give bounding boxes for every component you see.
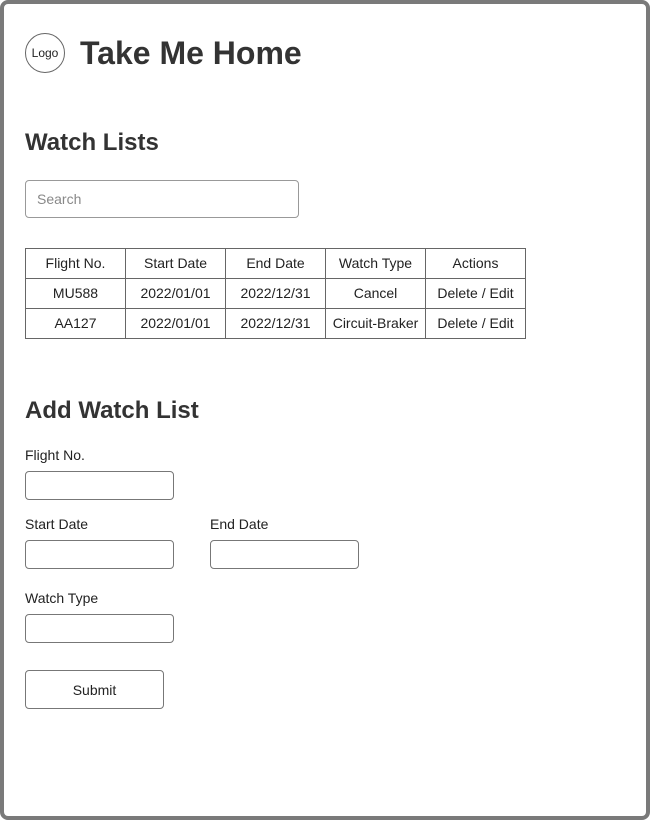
logo: Logo	[25, 33, 65, 73]
flight-no-label: Flight No.	[25, 447, 85, 463]
cell-end-date: 2022/12/31	[225, 278, 326, 309]
start-date-label: Start Date	[25, 516, 89, 532]
watch-lists-title: Watch Lists	[25, 129, 159, 156]
flight-no-field[interactable]	[25, 471, 174, 500]
column-header-flight-no: Flight No.	[25, 248, 126, 279]
cell-actions[interactable]: Delete / Edit	[425, 308, 526, 339]
watch-list-table: Flight No. Start Date End Date Watch Typ…	[25, 248, 526, 339]
cell-flight-no: AA127	[25, 308, 126, 339]
start-date-field[interactable]	[25, 540, 174, 569]
cell-start-date: 2022/01/01	[125, 308, 226, 339]
cell-flight-no: MU588	[25, 278, 126, 309]
cell-end-date: 2022/12/31	[225, 308, 326, 339]
cell-watch-type: Circuit-Braker	[325, 308, 426, 339]
watch-type-label: Watch Type	[25, 590, 99, 606]
cell-actions[interactable]: Delete / Edit	[425, 278, 526, 309]
app-title: Take Me Home	[80, 35, 302, 71]
add-watch-list-title: Add Watch List	[25, 397, 199, 424]
end-date-label: End Date	[210, 516, 269, 532]
watch-type-field[interactable]	[25, 614, 174, 643]
cell-watch-type: Cancel	[325, 278, 426, 309]
logo-label: Logo	[31, 46, 59, 60]
column-header-watch-type: Watch Type	[325, 248, 426, 279]
search-input[interactable]	[25, 180, 299, 218]
submit-button[interactable]: Submit	[25, 670, 164, 709]
column-header-start-date: Start Date	[125, 248, 226, 279]
table-row: AA127 2022/01/01 2022/12/31 Circuit-Brak…	[25, 308, 526, 339]
column-header-actions: Actions	[425, 248, 526, 279]
column-header-end-date: End Date	[225, 248, 326, 279]
cell-start-date: 2022/01/01	[125, 278, 226, 309]
end-date-field[interactable]	[210, 540, 359, 569]
table-row: MU588 2022/01/01 2022/12/31 Cancel Delet…	[25, 278, 526, 309]
table-header-row: Flight No. Start Date End Date Watch Typ…	[25, 248, 526, 279]
